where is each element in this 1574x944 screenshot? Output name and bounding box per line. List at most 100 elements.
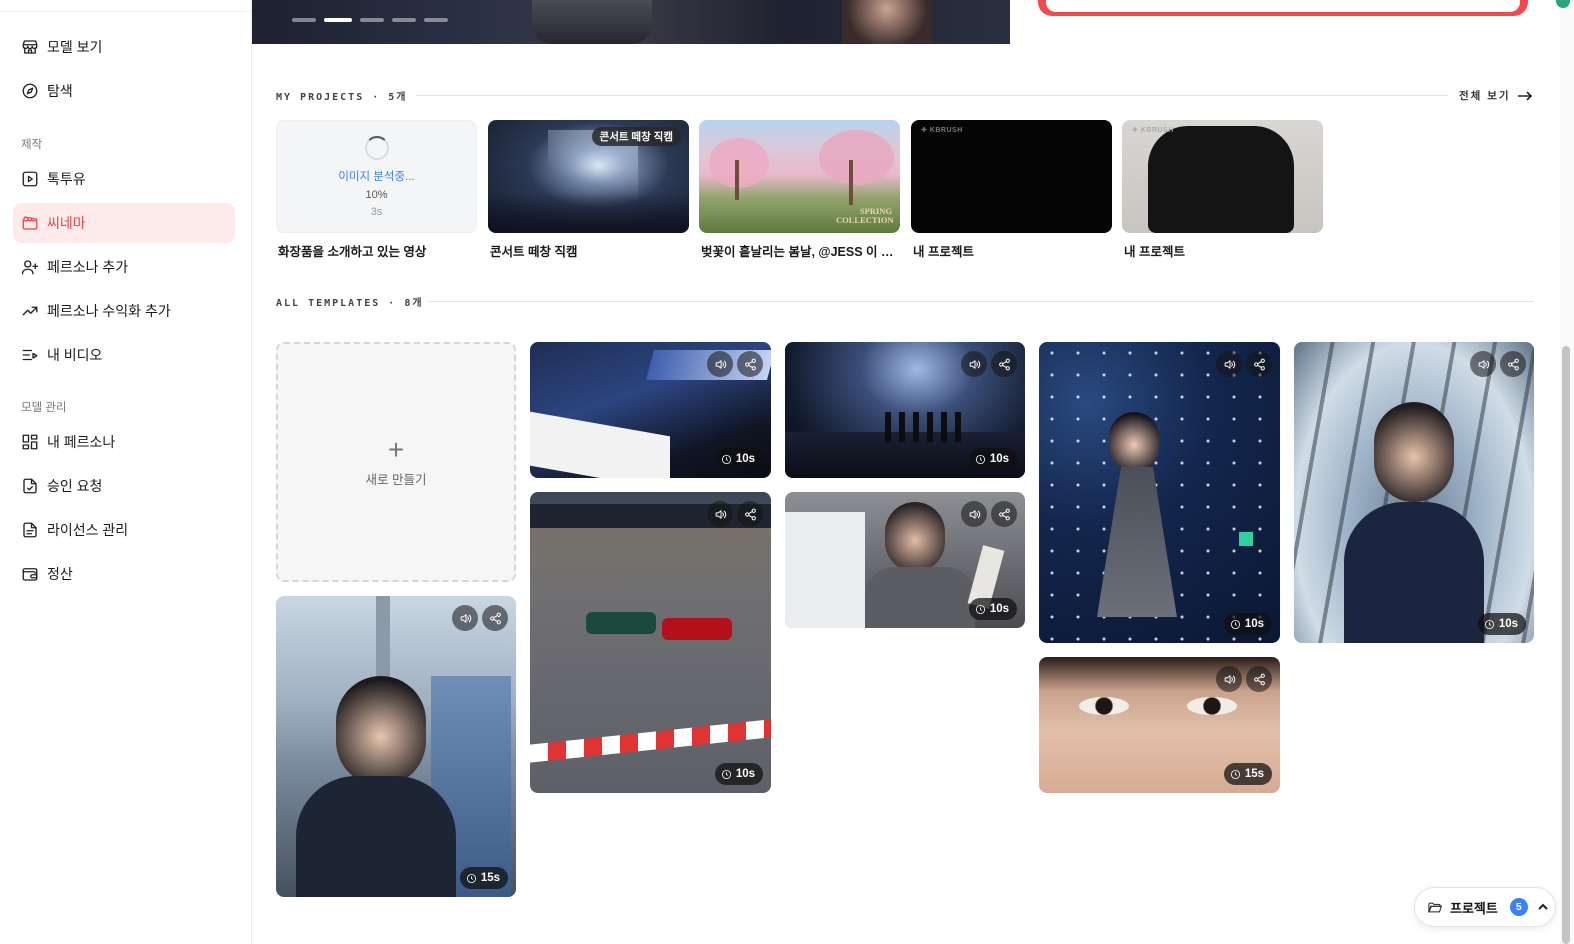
wallet-icon bbox=[21, 565, 39, 583]
share-icon bbox=[1253, 358, 1265, 370]
sidebar-item-explore[interactable]: 탐색 bbox=[13, 71, 235, 111]
sidebar-item-my-persona[interactable]: 내 페르소나 bbox=[13, 422, 235, 462]
projects-dock-button[interactable]: 프로젝트 5 bbox=[1414, 887, 1556, 927]
sidebar-item-settlement[interactable]: 정산 bbox=[13, 554, 235, 594]
mute-button[interactable] bbox=[1216, 666, 1242, 692]
share-icon bbox=[744, 508, 756, 520]
sidebar: 모델 보기 탐색 제작 톡투유 씨네마 페르소나 추가 페르소나 수익화 추가 … bbox=[0, 0, 252, 944]
sidebar-item-license[interactable]: 라이선스 관리 bbox=[13, 510, 235, 550]
list-video-icon bbox=[21, 346, 39, 364]
hero-banner[interactable] bbox=[252, 0, 1010, 44]
projects-heading: MY PROJECTS · 5개 bbox=[276, 91, 408, 103]
view-all-label: 전체 보기 bbox=[1459, 90, 1511, 102]
template-card[interactable]: 10s bbox=[530, 342, 771, 478]
arrow-right-icon bbox=[1517, 90, 1532, 101]
share-button[interactable] bbox=[482, 605, 508, 631]
share-button[interactable] bbox=[991, 501, 1017, 527]
race-car-red bbox=[662, 618, 732, 640]
new-template-button[interactable]: + 새로 만들기 bbox=[276, 342, 516, 582]
sidebar-item-cinema[interactable]: 씨네마 bbox=[13, 203, 235, 243]
promo-card bbox=[1046, 0, 1520, 12]
app-root: 모델 보기 탐색 제작 톡투유 씨네마 페르소나 추가 페르소나 수익화 추가 … bbox=[0, 0, 1574, 944]
person-body bbox=[865, 567, 975, 628]
mute-button[interactable] bbox=[1470, 351, 1496, 377]
clock-icon bbox=[466, 873, 476, 883]
sidebar-item-label: 정산 bbox=[47, 566, 73, 582]
singer-face bbox=[1109, 412, 1159, 472]
share-button[interactable] bbox=[737, 501, 763, 527]
volume-icon bbox=[969, 359, 980, 369]
mute-button[interactable] bbox=[707, 351, 733, 377]
sidebar-item-label: 승인 요청 bbox=[47, 478, 103, 494]
mute-button[interactable] bbox=[961, 501, 987, 527]
project-card[interactable]: 이미지 분석중... 10% 3s 화장품을 소개하고 있는 영상 bbox=[276, 120, 477, 260]
hero-face bbox=[842, 0, 932, 44]
carousel-dot-active[interactable] bbox=[324, 18, 352, 22]
template-card[interactable]: 10s bbox=[530, 492, 771, 793]
tree-trunk bbox=[735, 160, 739, 200]
project-card[interactable]: ✚ KBRUSH 내 프로젝트 bbox=[1122, 120, 1323, 260]
share-button[interactable] bbox=[991, 351, 1017, 377]
store-icon bbox=[21, 38, 39, 56]
track-kerb bbox=[530, 719, 771, 763]
project-card[interactable]: ✚ KBRUSH 내 프로젝트 bbox=[911, 120, 1112, 260]
duration-badge: 10s bbox=[714, 763, 763, 785]
share-icon bbox=[744, 358, 756, 370]
template-card[interactable]: 10s bbox=[1039, 342, 1280, 643]
chevron-up-icon bbox=[1538, 903, 1548, 910]
template-card[interactable]: 15s bbox=[276, 596, 516, 897]
play-square-icon bbox=[21, 170, 39, 188]
carousel-dot[interactable] bbox=[360, 18, 384, 22]
scrollbar-thumb[interactable] bbox=[1562, 346, 1570, 944]
view-all-link[interactable]: 전체 보기 bbox=[1459, 88, 1533, 103]
mute-button[interactable] bbox=[452, 605, 478, 631]
project-title: 화장품을 소개하고 있는 영상 bbox=[278, 245, 427, 259]
tree-trunk bbox=[849, 160, 853, 205]
duration-badge: 15s bbox=[1223, 763, 1272, 785]
templates-divider bbox=[428, 301, 1534, 302]
project-title: 내 프로젝트 bbox=[1124, 245, 1185, 259]
project-thumb: ✚ KBRUSH bbox=[1122, 120, 1323, 233]
barrier-wall bbox=[530, 504, 771, 528]
plus-icon: + bbox=[387, 433, 405, 465]
sidebar-item-label: 톡투유 bbox=[47, 171, 86, 187]
template-card[interactable]: 15s bbox=[1039, 657, 1280, 793]
carousel-dot[interactable] bbox=[392, 18, 416, 22]
grid-icon bbox=[21, 433, 39, 451]
file-check-icon bbox=[21, 477, 39, 495]
eye-right bbox=[1187, 697, 1237, 715]
project-card[interactable]: SPRING COLLECTION 벚꽃이 흩날리는 봄날, @JESS 이 환… bbox=[699, 120, 900, 260]
blossom-tree bbox=[819, 130, 894, 185]
share-icon bbox=[998, 358, 1010, 370]
mute-button[interactable] bbox=[1216, 351, 1242, 377]
sidebar-item-talk-to-you[interactable]: 톡투유 bbox=[13, 159, 235, 199]
sidebar-item-label: 내 비디오 bbox=[47, 347, 103, 363]
template-card[interactable]: 10s bbox=[1294, 342, 1534, 643]
share-button[interactable] bbox=[737, 351, 763, 377]
volume-icon bbox=[715, 359, 726, 369]
share-button[interactable] bbox=[1500, 351, 1526, 377]
project-card[interactable]: 콘서트 떼창 직캠 콘서트 떼창 직캠 bbox=[488, 120, 689, 260]
projects-dock-label: 프로젝트 bbox=[1450, 900, 1498, 916]
carousel-dot[interactable] bbox=[424, 18, 448, 22]
eye-left bbox=[1079, 697, 1129, 715]
clock-icon bbox=[1484, 619, 1494, 629]
carousel-dot[interactable] bbox=[292, 18, 316, 22]
sidebar-item-approval-requests[interactable]: 승인 요청 bbox=[13, 466, 235, 506]
sidebar-item-label: 모델 보기 bbox=[47, 39, 103, 55]
share-icon bbox=[489, 612, 501, 624]
sidebar-item-add-persona[interactable]: 페르소나 추가 bbox=[13, 247, 235, 287]
mute-button[interactable] bbox=[707, 501, 733, 527]
duration-badge: 10s bbox=[1477, 613, 1526, 635]
person-body bbox=[1344, 502, 1484, 643]
template-card[interactable]: 10s bbox=[785, 342, 1025, 478]
sidebar-item-models[interactable]: 모델 보기 bbox=[13, 27, 235, 67]
mute-button[interactable] bbox=[961, 351, 987, 377]
person-face bbox=[1374, 402, 1454, 502]
share-button[interactable] bbox=[1246, 666, 1272, 692]
template-card[interactable]: 10s bbox=[785, 492, 1025, 628]
clock-icon bbox=[975, 454, 985, 464]
share-button[interactable] bbox=[1246, 351, 1272, 377]
sidebar-item-my-videos[interactable]: 내 비디오 bbox=[13, 335, 235, 375]
sidebar-item-persona-monetization[interactable]: 페르소나 수익화 추가 bbox=[13, 291, 235, 331]
